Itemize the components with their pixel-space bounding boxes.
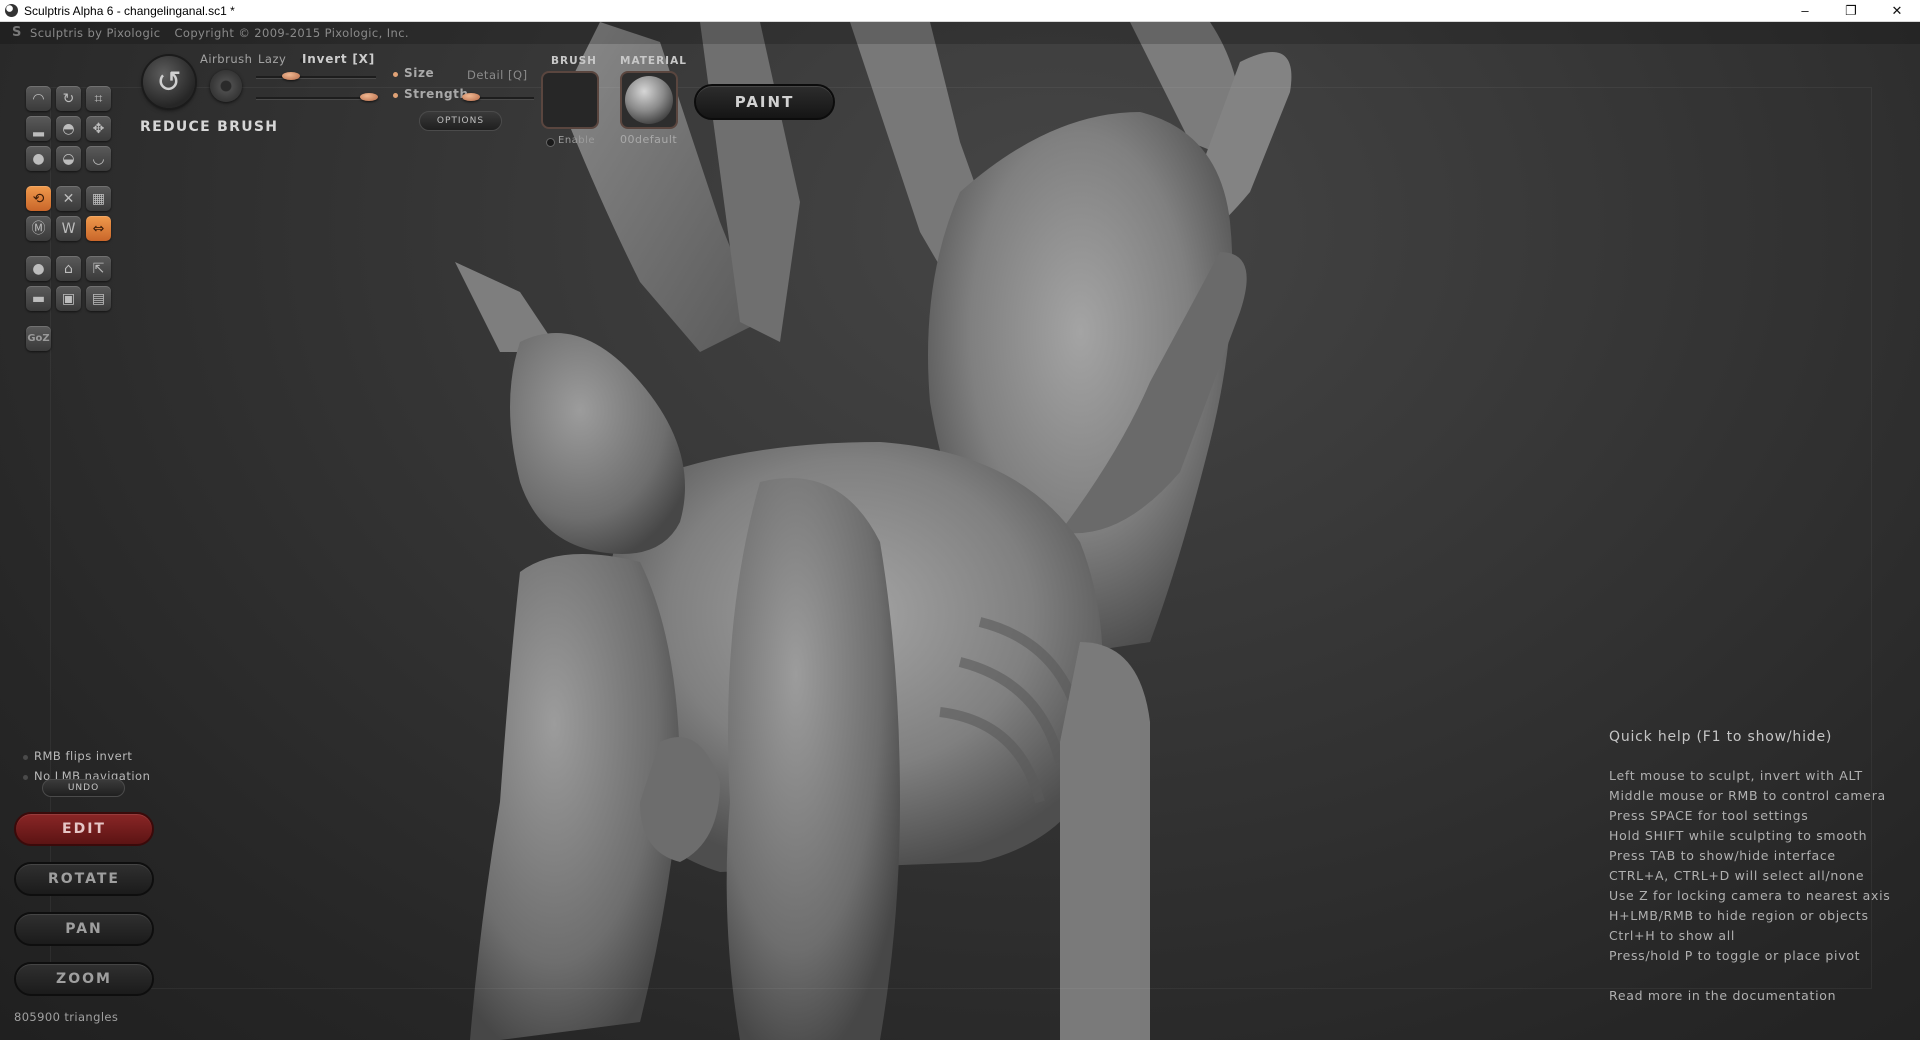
- sphere-icon[interactable]: ●: [26, 256, 51, 281]
- grid-icon[interactable]: ▦: [86, 186, 111, 211]
- enable-label: Enable: [558, 135, 596, 146]
- window-titlebar: Sculptris Alpha 6 - changelinganal.sc1 *…: [0, 0, 1920, 22]
- edit-mode-button[interactable]: EDIT: [14, 812, 154, 846]
- strength-slider-track[interactable]: [256, 97, 376, 100]
- plane-icon[interactable]: ⌂: [56, 256, 81, 281]
- reduce-selection-icon[interactable]: W: [56, 216, 81, 241]
- quick-help-title: Quick help (F1 to show/hide): [1609, 729, 1833, 745]
- size-slider-track[interactable]: [256, 76, 376, 79]
- brush-texture-slot[interactable]: [541, 71, 599, 129]
- window-title: Sculptris Alpha 6 - changelinganal.sc1 *: [24, 3, 235, 18]
- zoom-mode-button[interactable]: ZOOM: [14, 962, 154, 996]
- material-name: 00default: [620, 133, 678, 146]
- rmb-flips-invert-label[interactable]: RMB flips invert: [34, 749, 132, 763]
- undo-button[interactable]: UNDO: [42, 779, 125, 797]
- save-icon[interactable]: ▣: [56, 286, 81, 311]
- quick-help-line: Press SPACE for tool settings: [1609, 808, 1809, 823]
- strength-slider-knob[interactable]: [360, 93, 378, 101]
- import-icon[interactable]: ⇱: [86, 256, 111, 281]
- quick-help-line: Middle mouse or RMB to control camera: [1609, 788, 1886, 803]
- quick-help-line: Left mouse to sculpt, invert with ALT: [1609, 768, 1863, 783]
- enable-checkbox[interactable]: [546, 138, 555, 147]
- brush-slot-label: BRUSH: [551, 55, 597, 67]
- symmetry-icon[interactable]: ⟲: [26, 186, 51, 211]
- material-sphere-icon: [625, 76, 673, 124]
- move-icon[interactable]: ✥: [86, 116, 111, 141]
- no-lmb-navigation-checkbox[interactable]: [23, 775, 28, 780]
- flatten-icon[interactable]: ▂: [26, 116, 51, 141]
- brush-dial-icon[interactable]: ↺: [143, 56, 195, 108]
- airbrush-knob[interactable]: [210, 70, 242, 102]
- lazy-toggle[interactable]: Lazy: [258, 52, 286, 66]
- rotate-mode-button[interactable]: ROTATE: [14, 862, 154, 896]
- triangle-count: 805900 triangles: [14, 1010, 119, 1024]
- documentation-link[interactable]: Read more in the documentation: [1609, 988, 1836, 1003]
- size-dot: [393, 72, 398, 77]
- pan-mode-button[interactable]: PAN: [14, 912, 154, 946]
- paint-button[interactable]: PAINT: [694, 84, 835, 120]
- detail-slider-knob[interactable]: [462, 93, 480, 101]
- inflate-icon[interactable]: ●: [26, 146, 51, 171]
- pinch-icon[interactable]: ◓: [56, 116, 81, 141]
- sculptris-logo-icon: S: [12, 25, 22, 40]
- invert-toggle[interactable]: Invert [X]: [302, 52, 375, 66]
- export-icon[interactable]: ▬: [26, 286, 51, 311]
- sculptris-app-icon: [5, 4, 18, 17]
- airbrush-toggle[interactable]: Airbrush: [200, 52, 252, 66]
- copyright-text: Copyright © 2009-2015 Pixologic, Inc.: [174, 26, 409, 40]
- reduce-brush-icon[interactable]: Ⓜ: [26, 216, 51, 241]
- rmb-flips-invert-checkbox[interactable]: [23, 755, 28, 760]
- maximize-button[interactable]: ❐: [1828, 0, 1874, 22]
- quick-help-line: CTRL+A, CTRL+D will select all/none: [1609, 868, 1865, 883]
- goz-button[interactable]: GoZ: [26, 326, 51, 351]
- draw-icon[interactable]: ◠: [26, 86, 51, 111]
- brush-name: REDUCE BRUSH: [140, 119, 279, 135]
- quick-help-line: Press/hold P to toggle or place pivot: [1609, 948, 1861, 963]
- strength-label: Strength: [404, 87, 469, 101]
- reduce-detail-icon[interactable]: ⇔: [86, 216, 111, 241]
- crop-icon[interactable]: ⌗: [86, 86, 111, 111]
- grab-icon[interactable]: ◒: [56, 146, 81, 171]
- quick-help-line: Use Z for locking camera to nearest axis: [1609, 888, 1891, 903]
- open-icon[interactable]: ▤: [86, 286, 111, 311]
- app-name: Sculptris by Pixologic: [30, 26, 161, 40]
- options-button[interactable]: OPTIONS: [419, 111, 502, 131]
- smooth-icon[interactable]: ◡: [86, 146, 111, 171]
- rotate-icon[interactable]: ↻: [56, 86, 81, 111]
- material-slot-label: MATERIAL: [620, 55, 687, 67]
- quick-help-line: Hold SHIFT while sculpting to smooth: [1609, 828, 1868, 843]
- size-slider-knob[interactable]: [282, 72, 300, 80]
- quick-help-line: H+LMB/RMB to hide region or objects: [1609, 908, 1869, 923]
- size-label: Size: [404, 66, 435, 80]
- material-slot[interactable]: [620, 71, 678, 129]
- strength-dot: [393, 93, 398, 98]
- sculpt-viewport[interactable]: S Sculptris by Pixologic Copyright © 200…: [0, 22, 1920, 1040]
- app-info-bar: S Sculptris by Pixologic Copyright © 200…: [0, 22, 1920, 44]
- quick-help-line: Ctrl+H to show all: [1609, 928, 1736, 943]
- minimize-button[interactable]: –: [1782, 0, 1828, 22]
- wireframe-icon[interactable]: ✕: [56, 186, 81, 211]
- close-button[interactable]: ✕: [1874, 0, 1920, 22]
- quick-help-line: Press TAB to show/hide interface: [1609, 848, 1836, 863]
- detail-label: Detail [Q]: [467, 68, 528, 82]
